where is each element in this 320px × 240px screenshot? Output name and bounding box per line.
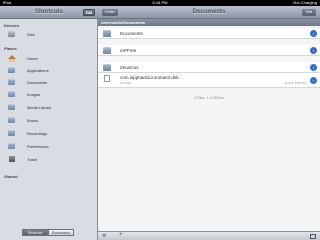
- tab-bookmarks[interactable]: Bookmarks: [48, 229, 74, 236]
- sidebar-item-home[interactable]: Home: [0, 53, 97, 64]
- page-title: Documents: [192, 9, 226, 15]
- folder-icon: [103, 30, 111, 37]
- file-row-zeusmos[interactable]: Zeusmos ›: [98, 62, 320, 73]
- sidebar-item-disk[interactable]: Disk: [0, 29, 97, 40]
- sidebar-item-label: Disk: [27, 32, 35, 37]
- file-row-deb[interactable]: com.iapphacks.ironman3.deb 26.4 KB 6/1/1…: [98, 73, 320, 88]
- sidebar-item-books[interactable]: Books: [0, 115, 97, 126]
- bottom-toolbar: ⚙ +: [98, 231, 320, 240]
- summary-text: 4 Files, 1.4 GB free: [193, 96, 225, 100]
- section-shared: Shared: [4, 174, 18, 179]
- sidebar-item-label: Documents: [27, 80, 48, 85]
- folder-icon: [8, 91, 15, 97]
- windows-icon[interactable]: [310, 234, 316, 239]
- file-name: Zeusmos: [120, 65, 139, 70]
- disclosure-button[interactable]: ›: [310, 47, 317, 54]
- section-places: Places: [4, 46, 17, 51]
- file-icon: [104, 75, 110, 82]
- sidebar-item-label: Applications: [27, 68, 49, 73]
- folder-icon: [8, 79, 15, 85]
- home-icon-base: [9, 58, 15, 62]
- sidebar-item-images[interactable]: Images: [0, 89, 97, 100]
- folder-icon: [8, 130, 15, 136]
- path-bar: /var/mobile/Documents: [98, 19, 320, 26]
- sidebar-item-label: Books: [27, 118, 39, 123]
- file-row-iapfree[interactable]: iAPFree ›: [98, 45, 320, 56]
- sidebar-tab-bar: Shortcuts Bookmarks: [22, 229, 74, 236]
- tab-shortcuts[interactable]: Shortcuts: [22, 229, 48, 236]
- trash-icon: [8, 156, 15, 162]
- folder-icon: [103, 64, 111, 71]
- sidebar-item-label: Preferences: [27, 144, 49, 149]
- main-header: Folder Documents Edit: [98, 6, 320, 19]
- sidebar-item-preferences[interactable]: Preferences: [0, 141, 97, 152]
- disclosure-button[interactable]: ›: [310, 30, 317, 37]
- sidebar-item-label: Images: [27, 92, 41, 97]
- sidebar-item-label: Trash: [27, 157, 38, 162]
- gear-icon[interactable]: ⚙: [102, 233, 106, 239]
- section-devices: Devices: [4, 23, 20, 28]
- sidebar-item-recordings[interactable]: Recordings: [0, 128, 97, 139]
- sidebar-item-trash[interactable]: Trash: [0, 154, 97, 165]
- sidebar-item-label: Media Library: [27, 105, 52, 110]
- folder-icon: [8, 143, 15, 149]
- sidebar-edit-button[interactable]: Edit: [83, 9, 95, 16]
- disclosure-button[interactable]: ›: [310, 77, 317, 84]
- disclosure-button[interactable]: ›: [310, 64, 317, 71]
- sidebar: Shortcuts Edit Devices Disk Places Home …: [0, 6, 98, 240]
- main-pane: Folder Documents Edit /var/mobile/Docume…: [98, 6, 320, 240]
- sidebar-header: Shortcuts Edit: [0, 6, 98, 19]
- file-size: 26.4 KB: [120, 81, 131, 85]
- disk-icon: [8, 31, 15, 37]
- sidebar-item-documents[interactable]: Documents: [0, 77, 97, 88]
- sidebar-item-media-library[interactable]: Media Library: [0, 102, 97, 113]
- file-date: 6/1/13, 6:38 PM: [284, 81, 306, 85]
- folder-icon: [8, 117, 15, 123]
- folder-icon: [8, 104, 15, 110]
- sidebar-item-applications[interactable]: Applications: [0, 65, 97, 76]
- plus-icon[interactable]: +: [119, 232, 123, 238]
- folder-icon: [8, 67, 15, 73]
- sidebar-item-label: Home: [27, 56, 38, 61]
- sidebar-item-label: Recordings: [27, 131, 48, 136]
- file-name: iAPFree: [120, 48, 137, 53]
- folder-icon: [103, 47, 111, 54]
- file-name: Documents: [120, 31, 143, 36]
- edit-button[interactable]: Edit: [302, 9, 316, 16]
- file-row-documents[interactable]: Documents ›: [98, 28, 320, 39]
